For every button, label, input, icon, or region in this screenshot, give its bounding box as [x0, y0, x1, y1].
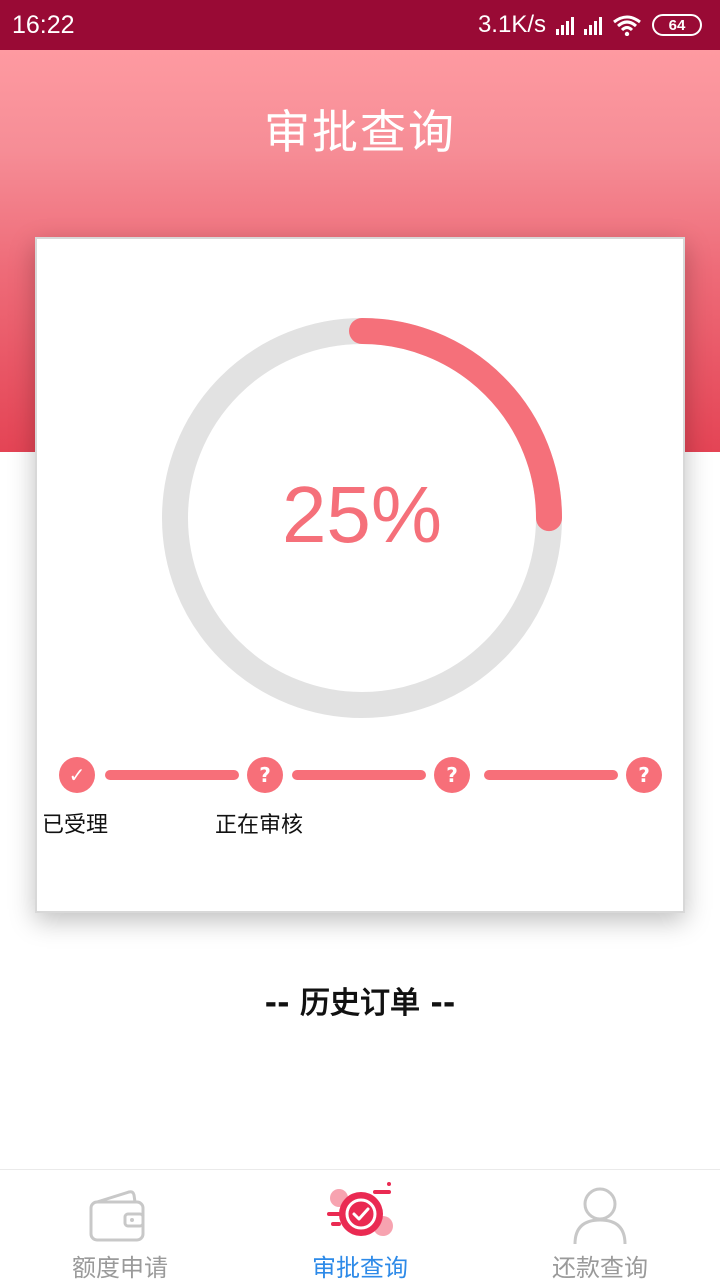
history-orders-title: -- 历史订单 --: [264, 986, 456, 1021]
signal-icon: [584, 15, 602, 35]
nav-label: 额度申请: [72, 1254, 168, 1280]
step-connector: [105, 770, 239, 780]
nav-item-repayment-query[interactable]: 还款查询: [480, 1170, 720, 1280]
step-connector: [292, 770, 426, 780]
step-2-question-icon: ?: [247, 757, 283, 793]
approval-check-icon: [327, 1182, 393, 1236]
nav-item-quota-apply[interactable]: 额度申请: [0, 1170, 240, 1280]
status-time: 16:22: [12, 10, 75, 39]
user-icon: [573, 1187, 627, 1245]
page-title: 审批查询: [264, 105, 456, 159]
wallet-icon: [89, 1190, 145, 1242]
network-speed: 3.1K/s: [477, 11, 546, 38]
nav-item-approval-query[interactable]: 审批查询: [240, 1170, 480, 1280]
signal-icon: [556, 15, 574, 35]
step-label: 正在审核: [215, 813, 304, 838]
status-icons: 3.1K/s 64: [478, 11, 702, 39]
progress-card: 25% ✓ ? ? ? 已受理 正在审核: [35, 237, 685, 913]
step-3-question-icon: ?: [434, 757, 470, 793]
progress-percent: 25%: [281, 470, 443, 559]
nav-label: 审批查询: [312, 1254, 408, 1280]
step-1-check-icon: ✓: [59, 757, 95, 793]
step-4-question-icon: ?: [626, 757, 662, 793]
bottom-nav: 额度申请 审批查询 还款查询: [0, 1169, 720, 1280]
step-label: 已受理: [42, 813, 109, 838]
wifi-icon: [613, 15, 641, 36]
nav-label: 还款查询: [552, 1254, 648, 1280]
status-bar: 16:22 3.1K/s 64: [0, 0, 720, 50]
battery-icon: 64: [652, 14, 702, 36]
step-connector: [484, 770, 618, 780]
